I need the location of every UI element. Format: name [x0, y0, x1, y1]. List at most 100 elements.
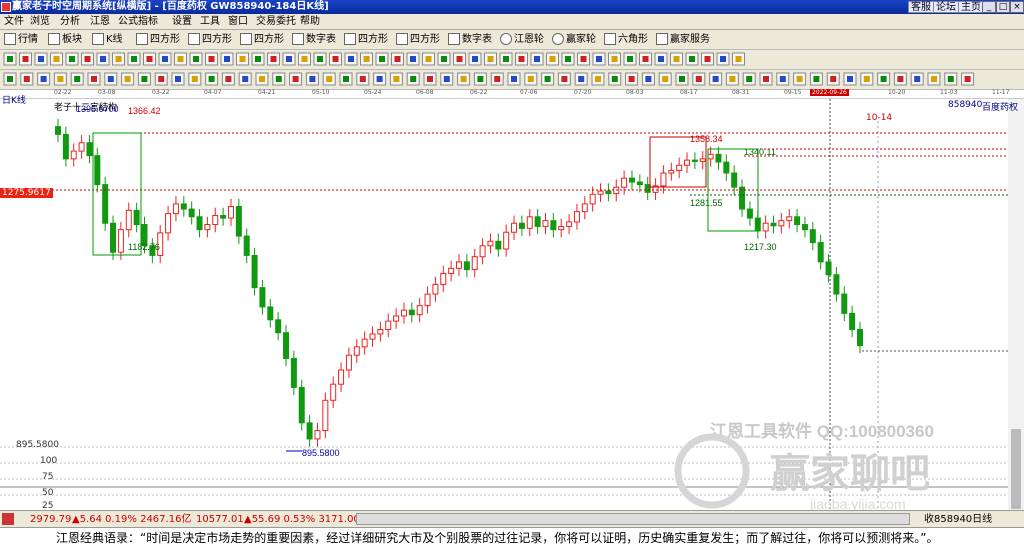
candle-body — [503, 231, 510, 250]
winner-wheel-button[interactable]: 赢家轮 — [552, 32, 596, 48]
candle-body — [440, 272, 447, 285]
candle-body — [338, 369, 345, 385]
candle-body — [220, 215, 227, 219]
menu-browse[interactable]: 浏览 — [30, 15, 50, 29]
candle-body — [180, 203, 187, 210]
numtable1-button[interactable]: 数字表 — [292, 32, 336, 48]
square-icon — [344, 33, 356, 45]
tool-glyph — [363, 56, 370, 62]
tool-glyph — [456, 56, 463, 62]
maximize-button[interactable]: □ — [996, 1, 1010, 13]
candle-body — [534, 216, 541, 227]
indicator-label: 老子十二宫结构 — [54, 103, 118, 113]
index1-value: 2979.79 — [30, 514, 72, 525]
tool-glyph — [141, 76, 148, 82]
candle-body — [794, 216, 801, 226]
tool-glyph — [275, 76, 282, 82]
tool-glyph — [124, 76, 131, 82]
menu-window[interactable]: 窗口 — [228, 15, 248, 29]
candle-body — [385, 320, 392, 330]
tool-glyph — [191, 76, 198, 82]
tool-glyph — [729, 76, 736, 82]
axis-low-label: 895.5800 — [16, 440, 59, 450]
candle-body — [550, 220, 557, 231]
tool-glyph — [208, 76, 215, 82]
candle-body — [809, 229, 816, 244]
tool-glyph — [580, 56, 587, 62]
kline-chart-area[interactable]: 1395.6700 1366.42 1182.76 1358.34 1340.11 128… — [0, 96, 1024, 512]
numtable2-button[interactable]: 数字表 — [448, 32, 492, 48]
horizontal-scrollbar[interactable] — [356, 513, 910, 525]
menu-analysis[interactable]: 分析 — [60, 15, 80, 29]
tool-glyph — [115, 56, 122, 62]
future-date-label: 10-14 — [866, 113, 893, 123]
menu-help[interactable]: 帮助 — [300, 15, 320, 29]
candle-body — [715, 153, 722, 163]
candle-body — [558, 225, 565, 231]
candle-body — [306, 422, 313, 440]
period-label: 日K线 — [2, 96, 26, 106]
minimize-button[interactable]: _ — [982, 1, 996, 13]
tool-glyph — [259, 76, 265, 82]
watermark-line2: 赢家聊吧 — [770, 451, 930, 497]
close-button[interactable]: × — [1010, 1, 1024, 13]
candle-body — [668, 169, 675, 174]
tool-glyph — [830, 76, 837, 82]
candle-body — [644, 184, 651, 193]
candle-body — [235, 205, 242, 237]
tool-glyph — [91, 76, 97, 82]
gann-wheel-button[interactable]: 江恩轮 — [500, 32, 544, 48]
candle-body — [298, 386, 305, 424]
date-label: 07-06 — [520, 89, 538, 96]
market-icon[interactable] — [2, 513, 14, 525]
candle-body — [542, 220, 549, 227]
candle-body — [204, 224, 211, 231]
menu-tools[interactable]: 工具 — [200, 15, 220, 29]
candle-body — [78, 142, 85, 152]
menu-trade[interactable]: 交易委托 — [256, 15, 296, 29]
tool-glyph — [863, 76, 870, 82]
hexagon-button[interactable]: 六角形 — [604, 32, 648, 48]
candle-body — [849, 312, 856, 330]
scroll-thumb[interactable] — [1011, 429, 1021, 509]
menu-settings[interactable]: 设置 — [172, 15, 192, 29]
tool-glyph — [880, 76, 887, 82]
candle-body — [172, 203, 179, 215]
candle-body — [212, 215, 219, 226]
square2-button[interactable]: 四方形 — [188, 32, 232, 48]
candle-body — [511, 222, 518, 233]
support-link[interactable]: 客服 — [908, 1, 934, 13]
forum-link[interactable]: 论坛 — [933, 1, 959, 13]
homepage-link[interactable]: 主页 — [958, 1, 984, 13]
tool-glyph — [286, 56, 292, 62]
menu-gann[interactable]: 江恩 — [90, 15, 110, 29]
index2-change: ▲55.69 0.53% 3171.00亿 — [244, 514, 370, 525]
tool-glyph — [193, 56, 199, 62]
square4-button[interactable]: 四方形 — [344, 32, 388, 48]
quotes-button[interactable]: 行情 — [4, 32, 38, 48]
sectors-button[interactable]: 板块 — [48, 32, 82, 48]
date-label: 08-17 — [680, 89, 698, 96]
candle-body — [188, 208, 195, 218]
candle-body — [243, 235, 250, 256]
index-bar: 2979.79 ▲5.64 0.19% 2467.16亿 10577.01 ▲5… — [0, 510, 1024, 527]
square3-button[interactable]: 四方形 — [240, 32, 284, 48]
tool-glyph — [596, 56, 602, 62]
kline-chart[interactable]: 1395.6700 1366.421182.761358.341340.11128… — [0, 99, 1024, 512]
candle-body — [597, 190, 604, 195]
candles-group — [55, 118, 863, 447]
candle-body — [628, 177, 635, 183]
tool-glyph — [673, 56, 680, 62]
winner-service-button[interactable]: 赢家服务 — [656, 32, 710, 48]
tool-glyph — [847, 76, 853, 82]
square5-button[interactable]: 四方形 — [396, 32, 440, 48]
square1-button[interactable]: 四方形 — [136, 32, 180, 48]
candle-body — [94, 155, 101, 186]
date-label: 02-22 — [54, 89, 72, 96]
menu-file[interactable]: 文件 — [4, 15, 24, 29]
menu-formula[interactable]: 公式指标 — [118, 15, 158, 29]
indicator-tick-50: 50 — [42, 488, 54, 498]
kline-button[interactable]: K线 — [92, 32, 123, 48]
price-annotation: 1281.55 — [690, 198, 723, 208]
candle-body — [857, 328, 863, 347]
